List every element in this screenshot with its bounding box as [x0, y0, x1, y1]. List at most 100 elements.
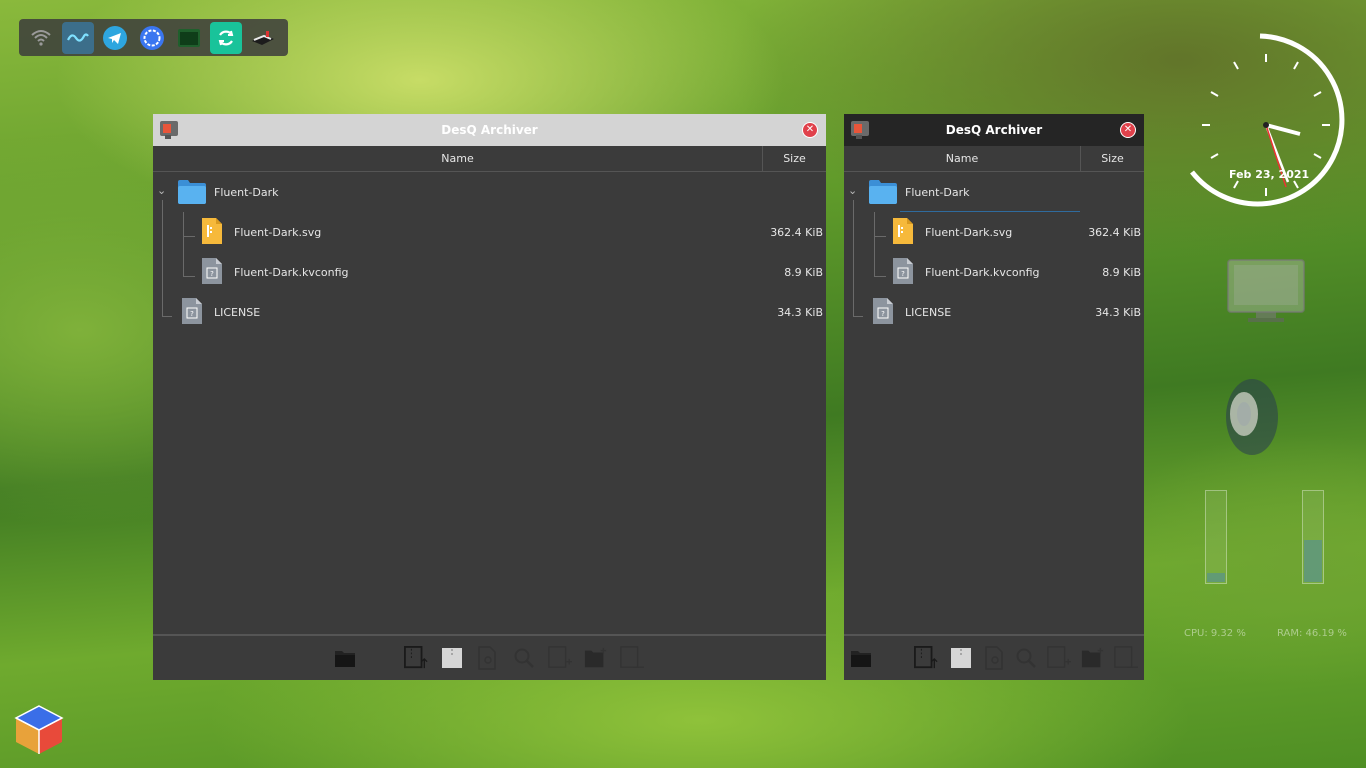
column-name-header[interactable]: Name [844, 146, 1081, 171]
search-button[interactable] [512, 646, 536, 670]
archiver-app-icon [851, 121, 869, 139]
chevron-down-icon[interactable]: ⌄ [157, 184, 166, 197]
column-size-header[interactable]: Size [1081, 146, 1144, 171]
unknown-file-icon: ? [873, 298, 893, 324]
row-size: 362.4 KiB [770, 226, 823, 239]
svg-file-icon [202, 218, 222, 244]
open-folder-icon [851, 651, 871, 667]
kvantum-icon[interactable] [62, 21, 94, 54]
add-folder-icon [1081, 647, 1104, 668]
chevron-down-icon[interactable]: ⌄ [848, 184, 857, 197]
close-button[interactable]: ✕ [802, 122, 818, 138]
row-label: LICENSE [905, 306, 952, 319]
extract-icon [404, 646, 428, 669]
column-header: Name Size [844, 146, 1144, 172]
close-icon: ✕ [1123, 124, 1133, 135]
add-file-icon [548, 646, 572, 668]
tree-row[interactable]: ⌄ Fluent-Dark [153, 173, 826, 213]
analog-clock-widget [1190, 33, 1345, 207]
clock-date: Feb 23, 2021 [1229, 168, 1310, 181]
add-file-button[interactable] [548, 646, 572, 670]
window-title: DesQ Archiver [945, 123, 1043, 137]
tree-row[interactable]: Fluent-Dark.svg 362.4 KiB [844, 213, 1144, 253]
telegram-icon[interactable] [99, 22, 131, 54]
preview-icon [478, 646, 496, 670]
open-folder-button[interactable] [333, 646, 357, 670]
column-header: Name Size [153, 146, 826, 172]
extract-button[interactable] [404, 646, 428, 670]
tree-row[interactable]: ? LICENSE 34.3 KiB [844, 293, 1144, 333]
tree-row[interactable]: ? Fluent-Dark.kvconfig 8.9 KiB [153, 253, 826, 293]
row-size: 362.4 KiB [1088, 226, 1141, 239]
row-label: Fluent-Dark.svg [925, 226, 1013, 239]
preview-button[interactable] [476, 646, 500, 670]
row-size: 34.3 KiB [777, 306, 823, 319]
folder-icon [869, 180, 897, 204]
search-icon [1016, 648, 1036, 668]
ram-usage-label: RAM: 46.19 % [1277, 628, 1347, 639]
row-label: Fluent-Dark.svg [234, 226, 322, 239]
svg-text:?: ? [881, 310, 885, 318]
archive-button[interactable] [440, 646, 464, 670]
signal-icon[interactable] [136, 22, 168, 54]
bottom-toolbar [153, 634, 826, 680]
archive-icon [442, 648, 462, 668]
unknown-file-icon: ? [202, 258, 222, 284]
add-folder-button[interactable] [1081, 646, 1105, 670]
terminal-icon[interactable] [173, 22, 205, 54]
archive-icon [951, 648, 971, 668]
bottom-toolbar [844, 634, 1144, 680]
file-tree: ⌄ Fluent-Dark Fluent-Dark.svg 362.4 KiB … [844, 172, 1144, 632]
archiver-icon[interactable] [247, 22, 279, 54]
tree-row[interactable]: ? Fluent-Dark.kvconfig 8.9 KiB [844, 253, 1144, 293]
ram-bar [1302, 490, 1324, 584]
window-titlebar[interactable]: DesQ Archiver ✕ [844, 114, 1144, 146]
file-tree: ⌄ Fluent-Dark Fluent-Dark.svg 362.4 KiB … [153, 172, 826, 632]
search-button[interactable] [1014, 646, 1038, 670]
search-icon [514, 648, 534, 668]
folder-icon [178, 180, 206, 204]
svg-file-icon [893, 218, 913, 244]
cpu-bar [1205, 490, 1227, 584]
column-name-header[interactable]: Name [153, 146, 763, 171]
unknown-file-icon: ? [893, 258, 913, 284]
remove-icon [620, 646, 644, 668]
row-size: 34.3 KiB [1095, 306, 1141, 319]
archive-button[interactable] [949, 646, 973, 670]
extract-button[interactable] [914, 646, 938, 670]
add-file-button[interactable] [1047, 646, 1071, 670]
remove-button[interactable] [1114, 646, 1138, 670]
tree-row[interactable]: ? LICENSE 34.3 KiB [153, 293, 826, 333]
svg-text:?: ? [210, 270, 214, 278]
open-folder-button[interactable] [849, 646, 873, 670]
window-title: DesQ Archiver [441, 123, 538, 137]
ram-bar-fill [1304, 540, 1322, 582]
svg-text:?: ? [901, 270, 905, 278]
extract-icon [914, 646, 938, 669]
tree-row[interactable]: ⌄ Fluent-Dark [844, 173, 1144, 213]
add-folder-icon [584, 647, 607, 668]
row-label: Fluent-Dark.kvconfig [234, 266, 349, 279]
remove-icon [1114, 646, 1138, 668]
close-button[interactable]: ✕ [1120, 122, 1136, 138]
sync-icon[interactable] [210, 21, 242, 54]
svg-text:?: ? [190, 310, 194, 318]
row-size: 8.9 KiB [784, 266, 823, 279]
close-icon: ✕ [805, 124, 815, 135]
archiver-window-left[interactable]: DesQ Archiver ✕ Name Size ⌄ Fluent-Dark … [153, 114, 826, 680]
add-file-icon [1047, 646, 1071, 668]
remove-button[interactable] [620, 646, 644, 670]
add-folder-button[interactable] [584, 646, 608, 670]
speaker-widget-icon [1226, 379, 1278, 455]
archiver-window-right[interactable]: DesQ Archiver ✕ Name Size ⌄ Fluent-Dark … [844, 114, 1144, 680]
wifi-icon[interactable] [25, 22, 57, 54]
window-titlebar[interactable]: DesQ Archiver ✕ [153, 114, 826, 146]
taskbar-dock [19, 19, 288, 56]
row-label: Fluent-Dark [905, 186, 970, 199]
row-label: Fluent-Dark [214, 186, 279, 199]
column-size-header[interactable]: Size [763, 146, 826, 171]
open-folder-icon [335, 651, 355, 667]
tree-row[interactable]: Fluent-Dark.svg 362.4 KiB [153, 213, 826, 253]
preview-button[interactable] [983, 646, 1007, 670]
app-launcher-icon[interactable] [14, 704, 64, 756]
